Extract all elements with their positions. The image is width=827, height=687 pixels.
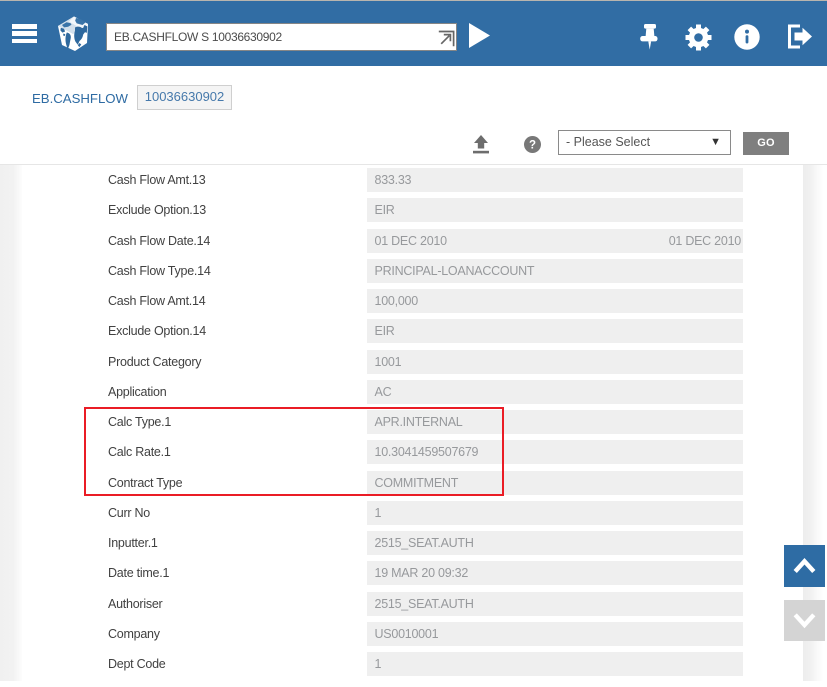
svg-text:?: ? [528, 140, 535, 152]
